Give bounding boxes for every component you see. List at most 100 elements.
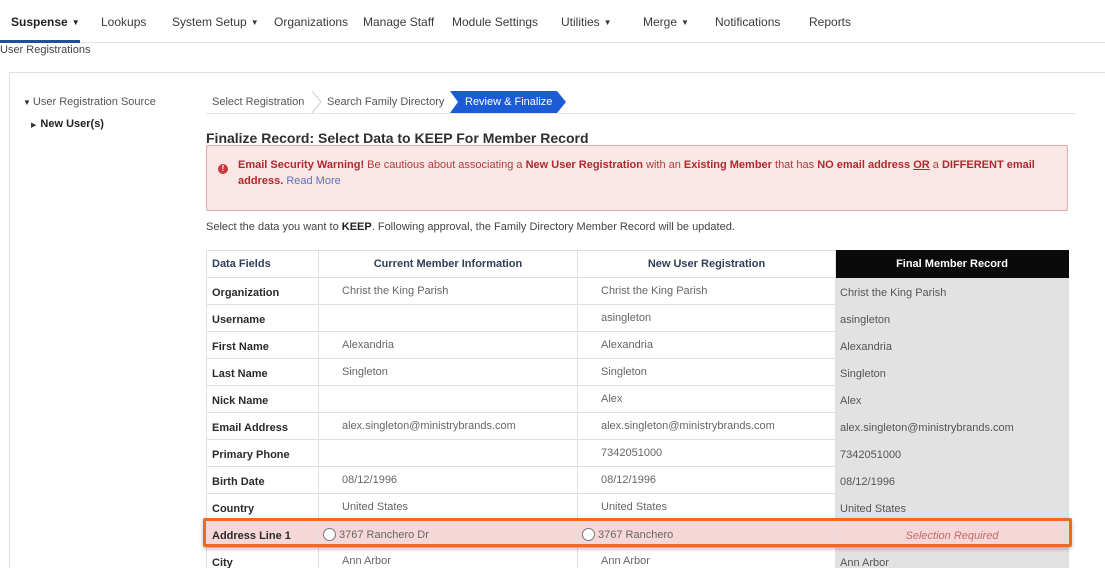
current-value: Ann Arbor <box>318 547 578 568</box>
field-label-text: Primary Phone <box>212 449 290 461</box>
chevron-down-icon: ▼ <box>681 18 689 27</box>
table-row: Username asingleton asingleton <box>206 304 1069 332</box>
current-value-text: Alexandria <box>342 339 394 351</box>
new-value: 7342051000 <box>577 439 836 467</box>
field-label-text: Country <box>212 503 255 515</box>
final-value: alex.singleton@ministrybrands.com <box>835 412 1069 440</box>
table-row: Birth Date 08/12/1996 08/12/1996 08/12/1996 <box>206 466 1069 494</box>
caret-right-icon: ▶ <box>31 122 37 129</box>
final-value-text: Alex <box>840 395 862 407</box>
page-title: Finalize Record: Select Data to KEEP For… <box>206 130 589 146</box>
table-row: Email Address alex.singleton@ministrybran… <box>206 412 1069 440</box>
top-nav: Suspense ▼ Lookups System Setup ▼ Organiza… <box>0 0 1105 43</box>
new-value-text: Christ the King Parish <box>601 285 708 297</box>
field-label-text: First Name <box>212 341 269 353</box>
final-value-text: asingleton <box>840 314 891 326</box>
new-value-text: Ann Arbor <box>601 555 650 567</box>
current-value: 08/12/1996 <box>318 466 578 494</box>
final-value-text: United States <box>840 503 907 515</box>
final-value: United States <box>835 493 1069 521</box>
chevron-down-icon: ▼ <box>603 18 612 27</box>
field-label: Primary Phone <box>206 439 319 467</box>
current-value-text: United States <box>342 501 409 513</box>
nav-system-setup[interactable]: System Setup ▼ <box>172 15 259 29</box>
nav-utilities[interactable]: Utilities ▼ <box>561 15 612 29</box>
table-header-row: Data Fields Current Member Information N… <box>206 250 1069 278</box>
field-label: City <box>206 547 319 568</box>
field-label: Last Name <box>206 358 319 386</box>
read-more-link[interactable]: Read More <box>286 175 340 187</box>
col-header-current-member: Current Member Information <box>318 250 578 278</box>
steps-divider <box>206 113 1076 114</box>
field-label-text: City <box>212 557 233 568</box>
final-value: Ann Arbor <box>835 547 1069 568</box>
caret-down-icon: ▼ <box>23 98 31 107</box>
field-label-text: Last Name <box>212 368 268 380</box>
field-label: First Name <box>206 331 319 359</box>
current-value: Christ the King Parish <box>318 277 578 305</box>
breadcrumb[interactable]: User Registrations <box>0 44 90 56</box>
new-value-text: 7342051000 <box>601 447 663 459</box>
nav-module-settings[interactable]: Module Settings <box>452 15 538 29</box>
step-select-registration[interactable]: Select Registration <box>212 91 304 113</box>
step-search-family-directory[interactable]: Search Family Directory <box>327 91 444 113</box>
final-value: Alexandria <box>835 331 1069 359</box>
current-value: United States <box>318 493 578 521</box>
final-value: 7342051000 <box>835 439 1069 467</box>
field-label: Username <box>206 304 319 332</box>
new-value-text: 08/12/1996 <box>601 474 657 486</box>
table-row: First Name Alexandria Alexandria Alexandria <box>206 331 1069 359</box>
current-value-text: alex.singleton@ministrybrands.com <box>342 420 516 432</box>
instructions: Select the data you want to KEEP. Follow… <box>206 221 735 233</box>
final-value-text: Ann Arbor <box>840 557 889 568</box>
new-value: 08/12/1996 <box>577 466 836 494</box>
nav-notifications[interactable]: Notifications <box>715 15 780 29</box>
warning-message: Email Security Warning! Be cautious abou… <box>238 159 1035 187</box>
final-value-text: 08/12/1996 <box>840 476 896 488</box>
email-security-warning: ! Email Security Warning! Be cautious ab… <box>206 145 1068 211</box>
current-value-text: Singleton <box>342 366 388 378</box>
new-value: Christ the King Parish <box>577 277 836 305</box>
chevron-down-icon: ▼ <box>250 18 259 27</box>
nav-merge[interactable]: Merge ▼ <box>643 15 689 29</box>
new-value: Singleton <box>577 358 836 386</box>
nav-manage-staff[interactable]: Manage Staff <box>363 15 434 29</box>
current-value-text: Ann Arbor <box>342 555 391 567</box>
new-value-text: United States <box>601 501 668 513</box>
tree-new-users[interactable]: ▶ New User(s) <box>31 118 104 130</box>
chevron-down-icon: ▼ <box>71 18 80 27</box>
field-label: Nick Name <box>206 385 319 413</box>
nav-reports[interactable]: Reports <box>809 15 851 29</box>
field-label-text: Birth Date <box>212 476 265 488</box>
new-value: Alexandria <box>577 331 836 359</box>
current-value <box>318 385 578 413</box>
field-label-text: Username <box>212 314 266 326</box>
table-row: Organization Christ the King Parish Christ… <box>206 277 1069 305</box>
current-value: Alexandria <box>318 331 578 359</box>
step-separator-icon <box>311 91 322 113</box>
active-nav-indicator <box>0 40 80 43</box>
new-value-text: Alexandria <box>601 339 653 351</box>
new-value-text: Alex <box>601 393 623 405</box>
current-value-text: 08/12/1996 <box>342 474 398 486</box>
field-label: Country <box>206 493 319 521</box>
final-value: Christ the King Parish <box>835 277 1069 305</box>
nav-suspense[interactable]: Suspense ▼ <box>11 15 80 29</box>
new-value: Ann Arbor <box>577 547 836 568</box>
new-value: asingleton <box>577 304 836 332</box>
tree-registration-source[interactable]: ▼ User Registration Source <box>23 96 156 108</box>
final-value-text: Alexandria <box>840 341 892 353</box>
field-label-text: Organization <box>212 287 280 299</box>
selection-required-highlight <box>203 518 1072 547</box>
table-row: Country United States United States United … <box>206 493 1069 521</box>
table-row: Last Name Singleton Singleton Singleton <box>206 358 1069 386</box>
new-value: United States <box>577 493 836 521</box>
current-value-text: Christ the King Parish <box>342 285 449 297</box>
final-value-text: alex.singleton@ministrybrands.com <box>840 422 1014 434</box>
field-label: Organization <box>206 277 319 305</box>
nav-organizations[interactable]: Organizations <box>274 15 348 29</box>
nav-lookups[interactable]: Lookups <box>101 15 146 29</box>
final-value: asingleton <box>835 304 1069 332</box>
col-header-final-member-record: Final Member Record <box>835 250 1069 278</box>
current-value: Singleton <box>318 358 578 386</box>
